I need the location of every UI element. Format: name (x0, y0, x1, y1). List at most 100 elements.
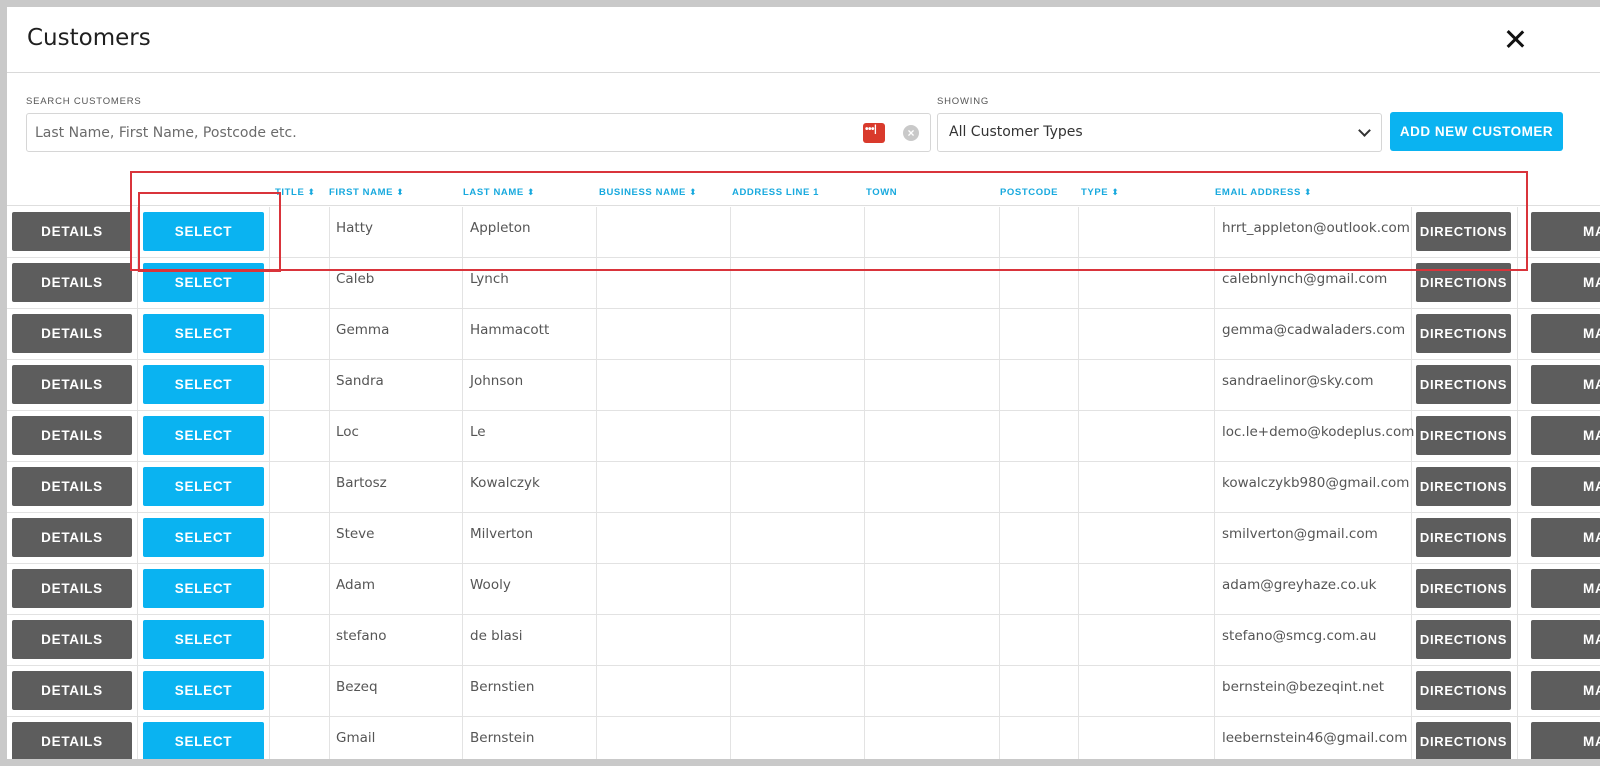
column-divider (730, 411, 731, 461)
directions-button[interactable]: DIRECTIONS (1416, 620, 1511, 659)
column-divider (137, 258, 138, 308)
customer-table-body: DETAILS SELECT Hatty Appleton hrrt_appleton@… (7, 207, 1600, 759)
directions-button[interactable]: DIRECTIONS (1416, 365, 1511, 404)
column-divider (596, 666, 597, 716)
sort-icon: ⬍ (1303, 187, 1313, 197)
map-button[interactable]: MA (1531, 518, 1600, 557)
column-divider (1411, 360, 1412, 410)
column-header-business-name[interactable]: BUSINESS NAME ⬍ (599, 187, 697, 198)
column-divider (137, 207, 138, 257)
column-divider (269, 411, 270, 461)
first-name-cell: Sandra (336, 373, 384, 389)
select-button[interactable]: SELECT (143, 722, 264, 759)
first-name-cell: Hatty (336, 220, 373, 236)
column-divider (1517, 411, 1518, 461)
search-field: × (26, 113, 931, 152)
map-button[interactable]: MA (1531, 569, 1600, 608)
email-cell: sandraelinor@sky.com (1222, 373, 1374, 389)
directions-button[interactable]: DIRECTIONS (1416, 518, 1511, 557)
directions-button[interactable]: DIRECTIONS (1416, 671, 1511, 710)
column-divider (269, 309, 270, 359)
select-button[interactable]: SELECT (143, 620, 264, 659)
email-cell: bernstein@bezeqint.net (1222, 679, 1385, 695)
column-header-title[interactable]: TITLE ⬍ (275, 187, 316, 198)
column-header-last-name[interactable]: LAST NAME ⬍ (463, 187, 535, 198)
map-button[interactable]: MA (1531, 314, 1600, 353)
directions-button[interactable]: DIRECTIONS (1416, 467, 1511, 506)
filter-label: SHOWING (937, 96, 990, 107)
column-divider (269, 717, 270, 759)
email-cell: loc.le+demo@kodeplus.com (1222, 424, 1415, 440)
column-divider (1517, 207, 1518, 257)
details-button[interactable]: DETAILS (12, 569, 132, 608)
select-button[interactable]: SELECT (143, 671, 264, 710)
select-button[interactable]: SELECT (143, 212, 264, 251)
details-button[interactable]: DETAILS (12, 620, 132, 659)
map-button[interactable]: MA (1531, 212, 1600, 251)
details-button[interactable]: DETAILS (12, 518, 132, 557)
email-cell: leebernstein46@gmail.com (1222, 730, 1408, 746)
add-new-customer-button[interactable]: ADD NEW CUSTOMER (1390, 112, 1563, 151)
map-button[interactable]: MA (1531, 671, 1600, 710)
directions-button[interactable]: DIRECTIONS (1416, 569, 1511, 608)
details-button[interactable]: DETAILS (12, 416, 132, 455)
dialog-header: Customers (7, 7, 1600, 73)
customer-type-select[interactable]: All Customer Types (937, 113, 1382, 152)
map-button[interactable]: MA (1531, 263, 1600, 302)
column-divider (1517, 360, 1518, 410)
select-button[interactable]: SELECT (143, 569, 264, 608)
details-button[interactable]: DETAILS (12, 314, 132, 353)
directions-button[interactable]: DIRECTIONS (1416, 416, 1511, 455)
first-name-cell: stefano (336, 628, 387, 644)
column-divider (1517, 564, 1518, 614)
details-button[interactable]: DETAILS (12, 467, 132, 506)
details-button[interactable]: DETAILS (12, 671, 132, 710)
column-header-type[interactable]: TYPE ⬍ (1081, 187, 1119, 198)
select-button[interactable]: SELECT (143, 416, 264, 455)
column-divider (730, 564, 731, 614)
close-icon[interactable] (1500, 24, 1530, 54)
map-button[interactable]: MA (1531, 620, 1600, 659)
column-header-email[interactable]: EMAIL ADDRESS ⬍ (1215, 187, 1312, 198)
details-button[interactable]: DETAILS (12, 263, 132, 302)
details-button[interactable]: DETAILS (12, 212, 132, 251)
column-divider (596, 411, 597, 461)
column-divider (269, 513, 270, 563)
column-divider (1411, 615, 1412, 665)
sort-icon: ⬍ (396, 187, 405, 197)
select-button[interactable]: SELECT (143, 314, 264, 353)
password-manager-icon[interactable] (863, 123, 885, 143)
table-row: DETAILS SELECT Sandra Johnson sandraelinor@s… (7, 360, 1600, 411)
column-divider (462, 513, 463, 563)
column-divider (1214, 666, 1215, 716)
column-divider (137, 564, 138, 614)
column-divider (596, 207, 597, 257)
select-button[interactable]: SELECT (143, 467, 264, 506)
first-name-cell: Gmail (336, 730, 376, 746)
map-button[interactable]: MA (1531, 722, 1600, 759)
first-name-cell: Bezeq (336, 679, 378, 695)
details-button[interactable]: DETAILS (12, 365, 132, 404)
map-button[interactable]: MA (1531, 467, 1600, 506)
column-divider (596, 717, 597, 759)
select-button[interactable]: SELECT (143, 365, 264, 404)
column-divider (1411, 207, 1412, 257)
table-row: DETAILS SELECT Caleb Lynch calebnlynch@gmail… (7, 258, 1600, 309)
column-divider (269, 462, 270, 512)
map-button[interactable]: MA (1531, 416, 1600, 455)
directions-button[interactable]: DIRECTIONS (1416, 212, 1511, 251)
column-divider (730, 462, 731, 512)
details-button[interactable]: DETAILS (12, 722, 132, 759)
clear-icon[interactable]: × (903, 125, 919, 141)
last-name-cell: Appleton (470, 220, 531, 236)
select-button[interactable]: SELECT (143, 518, 264, 557)
column-divider (730, 309, 731, 359)
map-button[interactable]: MA (1531, 365, 1600, 404)
select-button[interactable]: SELECT (143, 263, 264, 302)
directions-button[interactable]: DIRECTIONS (1416, 263, 1511, 302)
column-divider (329, 717, 330, 759)
directions-button[interactable]: DIRECTIONS (1416, 722, 1511, 759)
search-input[interactable] (27, 114, 930, 151)
column-header-first-name[interactable]: FIRST NAME ⬍ (329, 187, 404, 198)
directions-button[interactable]: DIRECTIONS (1416, 314, 1511, 353)
